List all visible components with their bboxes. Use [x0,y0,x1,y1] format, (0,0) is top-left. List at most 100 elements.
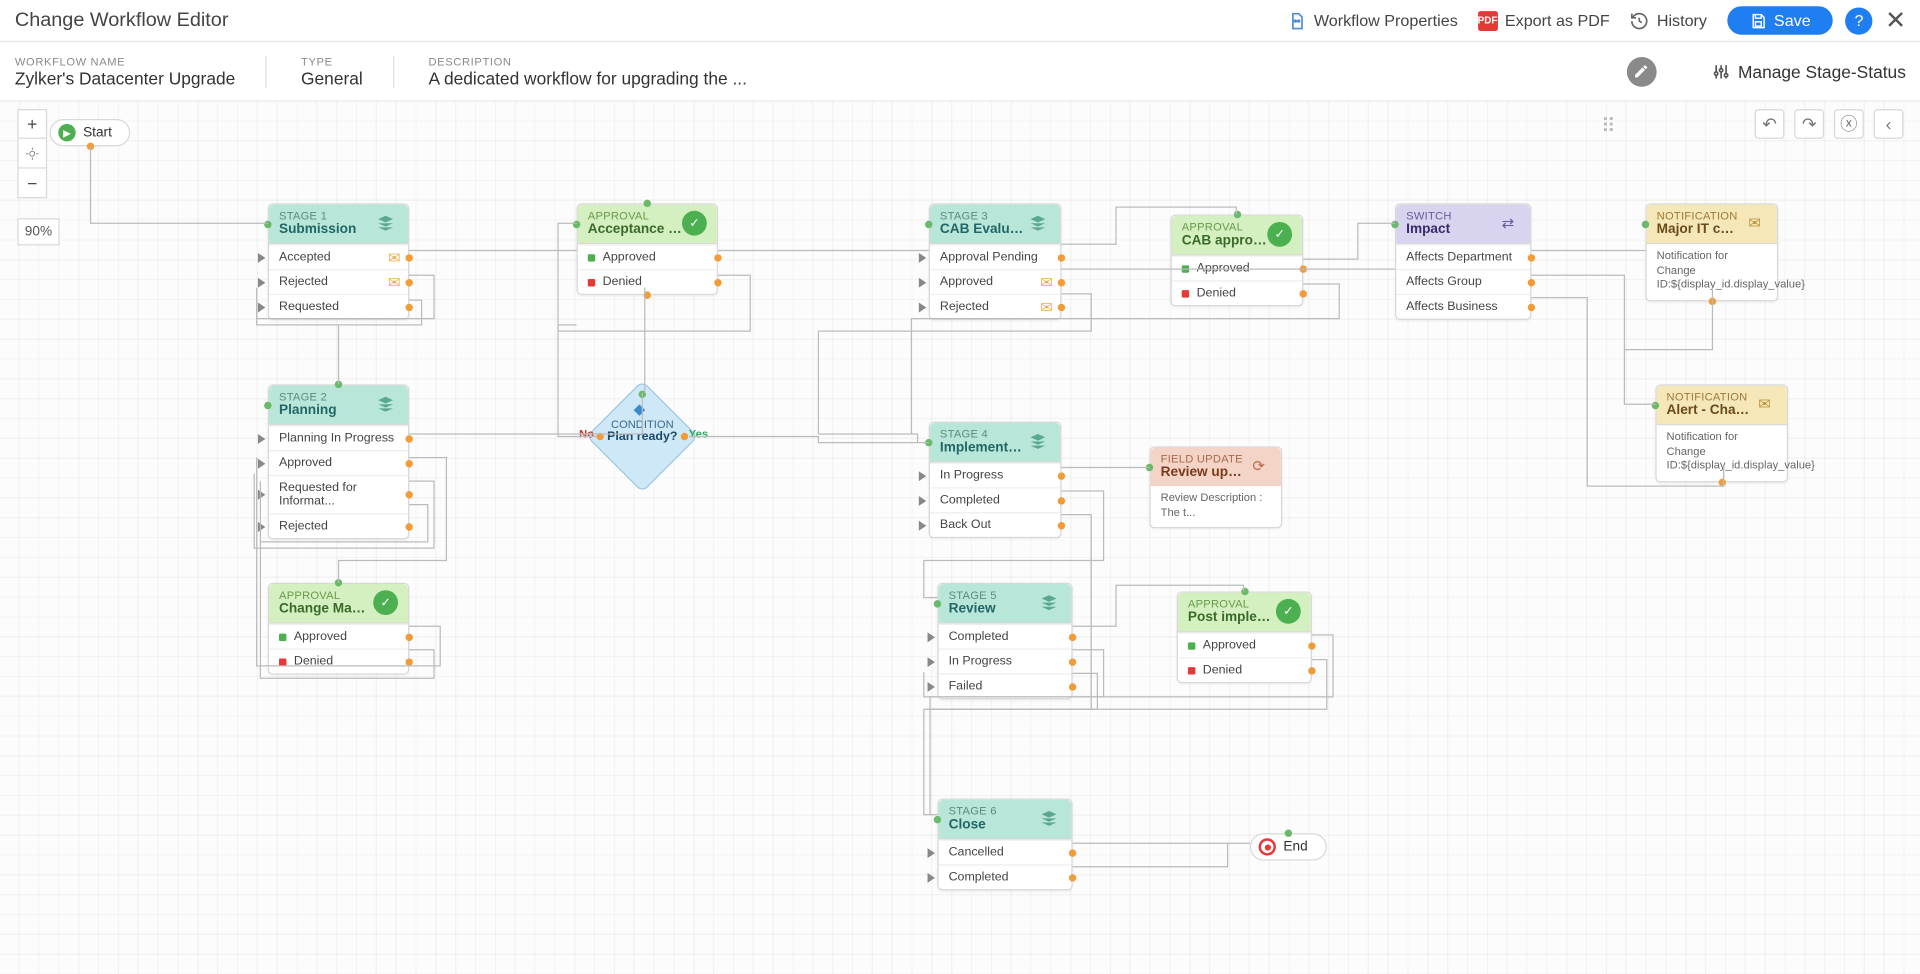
case-affects-business[interactable]: Affects Business [1396,294,1530,319]
cancel-button[interactable]: ⓧ [1834,109,1864,139]
start-node[interactable]: ▶ Start [50,119,131,146]
stack-icon [1025,429,1050,454]
status-completed[interactable]: Completed [930,487,1060,512]
workflow-name-value: Zylker's Datacenter Upgrade [15,68,235,88]
topbar: Change Workflow Editor Workflow Properti… [0,0,1920,42]
status-in-progress[interactable]: In Progress [939,649,1072,674]
description-value: A dedicated workflow for upgrading the .… [428,68,746,88]
switch-icon: ⇄ [1495,211,1520,236]
stage-5-review[interactable]: STAGE 5Review Completed In Progress Fail… [937,583,1072,700]
status-approved[interactable]: Approved [269,624,408,649]
stage-1-submission[interactable]: STAGE 1Submission Accepted✉ Rejected✉ Re… [268,203,409,320]
status-denied[interactable]: Denied [1178,657,1311,682]
history-button[interactable]: History [1620,6,1717,36]
condition-plan-ready[interactable]: ◆ CONDITION Plan ready? No Yes [587,381,699,493]
status-requested[interactable]: Requested [269,294,408,319]
notification-body: Notification for Change ID:${display_id.… [1647,244,1777,300]
status-denied[interactable]: Denied [1172,280,1302,305]
stack-icon [1025,211,1050,236]
refresh-icon: ⟳ [1246,454,1271,479]
history-icon [1630,11,1650,31]
stop-icon [1259,838,1276,855]
status-failed[interactable]: Failed [939,673,1072,698]
status-accepted[interactable]: Accepted✉ [269,244,408,269]
undo-button[interactable]: ↶ [1755,109,1785,139]
status-back-out[interactable]: Back Out [930,512,1060,537]
crosshair-icon [25,146,40,161]
stage-2-planning[interactable]: STAGE 2Planning Planning In Progress App… [268,384,409,539]
pencil-icon [1633,63,1649,79]
notification-alert-change[interactable]: NOTIFICATIONAlert - Change in ...✉ Notif… [1655,384,1788,482]
stack-icon [1037,806,1062,831]
case-affects-department[interactable]: Affects Department [1396,244,1530,269]
status-approved[interactable]: Approved [1178,632,1311,657]
status-in-progress[interactable]: In Progress [930,463,1060,488]
status-denied[interactable]: Denied [578,269,717,294]
check-icon: ✓ [1267,222,1292,247]
status-completed[interactable]: Completed [939,864,1072,889]
collapse-panel-button[interactable]: ‹ [1874,109,1904,139]
status-approved[interactable]: Approved [269,450,408,475]
end-node[interactable]: End [1250,833,1326,860]
status-requested-for-information[interactable]: Requested for Informat... [269,475,408,513]
approval-post-implementation[interactable]: APPROVALPost implementat...✓ Approved De… [1177,591,1312,683]
sliders-icon [1711,61,1731,81]
condition-no-label: No [579,428,594,440]
export-pdf-button[interactable]: PDF Export as PDF [1468,6,1620,36]
type-label: TYPE [301,55,363,67]
zoom-in-button[interactable]: + [17,109,47,139]
case-affects-group[interactable]: Affects Group [1396,269,1530,294]
question-icon: ◆ [634,401,645,418]
workflow-canvas[interactable]: + − 90% ⠿ ↶ ↷ ⓧ ‹ ▶ Start STAGE 1Submiss… [0,102,1920,974]
workflow-properties-button[interactable]: Workflow Properties [1277,6,1468,36]
stage-4-implementation[interactable]: STAGE 4Implementation In Progress Comple… [929,422,1062,539]
mail-icon: ✉ [1040,273,1052,290]
workflow-name-label: WORKFLOW NAME [15,55,235,67]
save-button[interactable]: Save [1727,6,1833,35]
status-approval-pending[interactable]: Approval Pending [930,244,1060,269]
status-completed[interactable]: Completed [939,624,1072,649]
pdf-icon: PDF [1478,11,1498,31]
check-icon: ✓ [373,590,398,615]
drag-handle[interactable]: ⠿ [1593,112,1623,142]
mail-icon: ✉ [1752,392,1777,417]
field-update-review-updates[interactable]: FIELD UPDATEReview updates⟳ Review Descr… [1149,446,1282,528]
notification-major-it-change[interactable]: NOTIFICATIONMajor IT change✉ Notificatio… [1645,203,1778,301]
approval-change-manager[interactable]: APPROVALChange Manager's...✓ Approved De… [268,583,409,675]
type-value: General [301,68,363,88]
manage-stage-status-button[interactable]: Manage Stage-Status [1711,61,1906,81]
stage-6-close[interactable]: STAGE 6Close Cancelled Completed [937,799,1072,891]
zoom-fit-button[interactable] [17,139,47,169]
stage-3-cab-evaluation[interactable]: STAGE 3CAB Evaluation Approval Pending A… [929,203,1062,320]
approval-cab[interactable]: APPROVALCAB approval✓ Approved Denied [1171,215,1304,307]
status-rejected[interactable]: Rejected✉ [269,269,408,294]
stack-icon [373,211,398,236]
status-approved[interactable]: Approved [578,244,717,269]
help-button[interactable]: ? [1845,7,1872,34]
save-icon [1749,12,1766,29]
status-rejected[interactable]: Rejected [269,513,408,538]
field-update-body: Review Description : The t... [1151,486,1281,527]
approval-acceptance[interactable]: APPROVALAcceptance of the...✓ Approved D… [577,203,718,295]
edit-button[interactable] [1626,56,1656,86]
stack-icon [1037,590,1062,615]
close-button[interactable]: ✕ [1885,5,1906,36]
check-icon: ✓ [1276,599,1301,624]
check-icon: ✓ [682,211,707,236]
switch-impact[interactable]: SWITCHImpact⇄ Affects Department Affects… [1395,203,1531,320]
page-title: Change Workflow Editor [15,9,1277,31]
stack-icon [373,392,398,417]
status-denied[interactable]: Denied [269,649,408,674]
notification-body: Notification for Change ID:${display_id.… [1657,425,1787,481]
status-rejected[interactable]: Rejected✉ [930,294,1060,319]
status-approved[interactable]: Approved [1172,255,1302,280]
status-planning-in-progress[interactable]: Planning In Progress [269,425,408,450]
status-cancelled[interactable]: Cancelled [939,839,1072,864]
zoom-out-button[interactable]: − [17,169,47,199]
zoom-level: 90% [17,218,59,245]
status-approved[interactable]: Approved✉ [930,269,1060,294]
redo-button[interactable]: ↷ [1794,109,1824,139]
mail-icon: ✉ [388,249,400,266]
mail-icon: ✉ [1742,211,1767,236]
condition-yes-label: Yes [689,428,708,440]
